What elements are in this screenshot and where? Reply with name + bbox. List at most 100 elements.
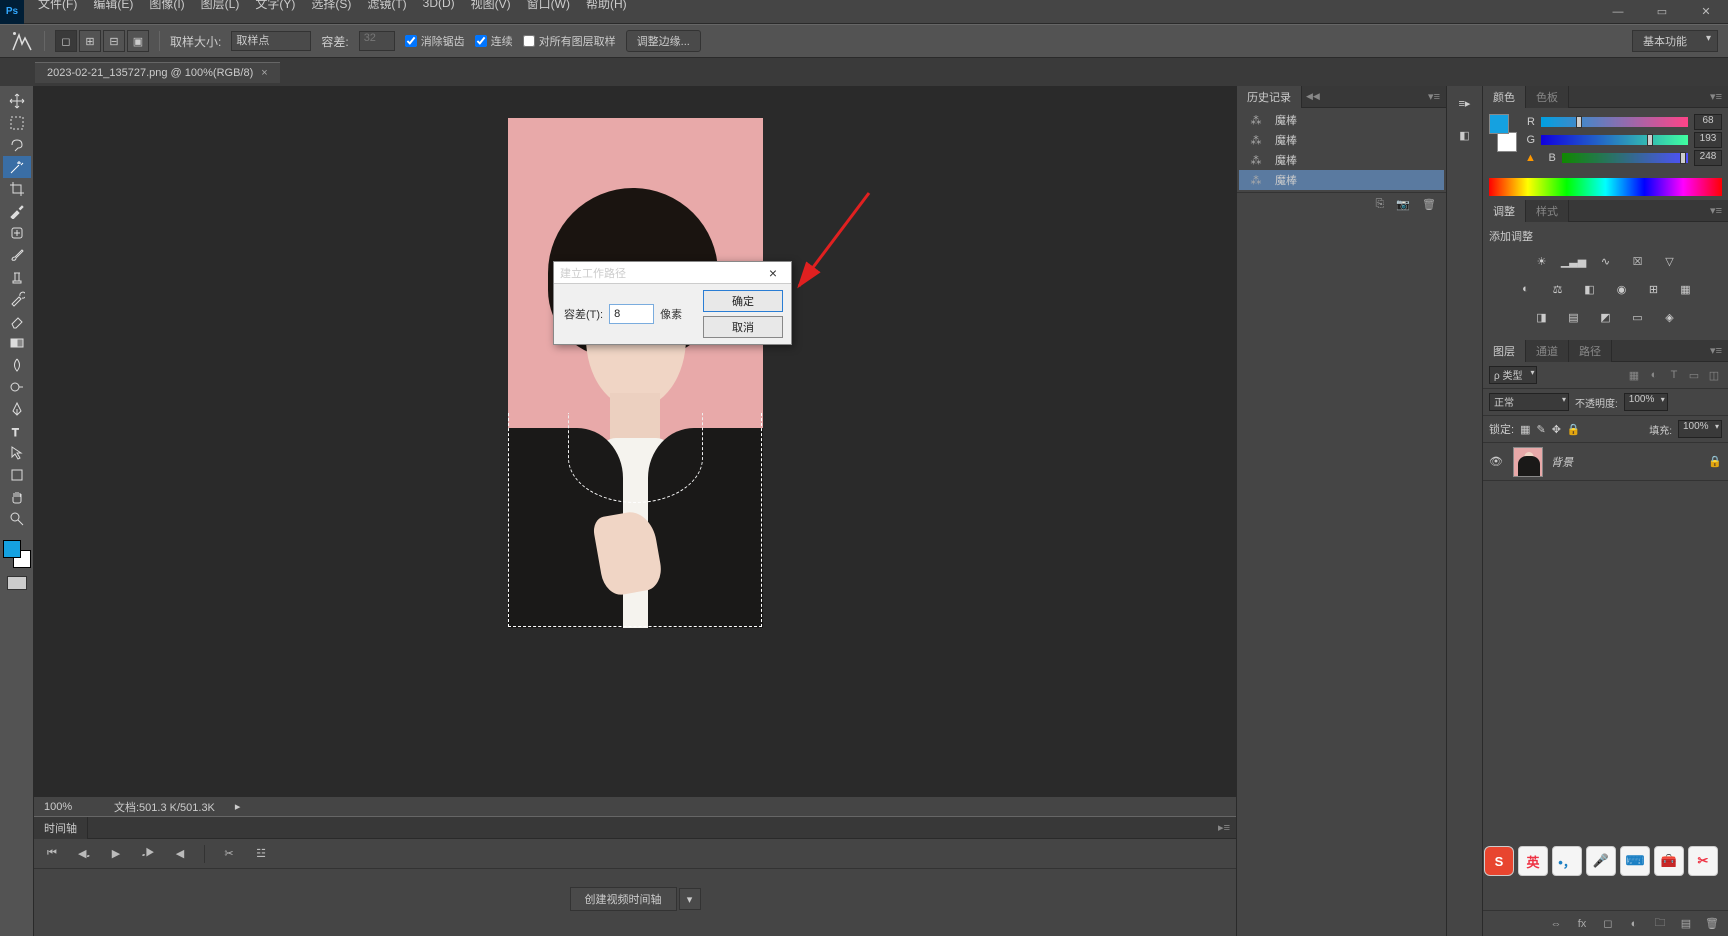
history-item[interactable]: ⁂魔棒	[1239, 170, 1444, 190]
color-ramp[interactable]	[1489, 178, 1722, 196]
lasso-tool[interactable]	[3, 134, 31, 156]
layer-style-icon[interactable]: fx	[1574, 918, 1590, 930]
color-swatches[interactable]	[3, 540, 31, 568]
canvas-viewport[interactable]: 建立工作路径 × 容差(T): 像素 确定 取消	[34, 86, 1236, 796]
current-tool-icon[interactable]	[10, 29, 34, 53]
hue-sat-icon[interactable]: ◐	[1515, 278, 1537, 300]
blur-tool[interactable]	[3, 354, 31, 376]
r-slider[interactable]	[1541, 117, 1688, 127]
shape-tool[interactable]	[3, 464, 31, 486]
antialias-checkbox[interactable]: 消除锯齿	[405, 33, 465, 49]
menu-type[interactable]: 文字(Y)	[247, 0, 303, 15]
fill-value[interactable]: 100%	[1678, 420, 1722, 438]
layer-mask-icon[interactable]: ◻	[1600, 917, 1616, 930]
levels-icon[interactable]: ▁▃▅	[1563, 250, 1585, 272]
panel-menu-icon[interactable]: ▾≡	[1704, 204, 1728, 217]
next-frame-icon[interactable]: 𝅘▶	[140, 847, 156, 860]
healing-brush-tool[interactable]	[3, 222, 31, 244]
group-icon[interactable]: 🗀	[1652, 914, 1668, 933]
color-balance-icon[interactable]: ⚖	[1547, 278, 1569, 300]
ime-keyboard-icon[interactable]: ⌨	[1620, 846, 1650, 876]
quick-mask-toggle[interactable]	[7, 576, 27, 590]
doc-info[interactable]: 文档:501.3 K/501.3K	[114, 799, 215, 815]
hand-tool[interactable]	[3, 486, 31, 508]
history-brush-tool[interactable]	[3, 288, 31, 310]
contiguous-checkbox[interactable]: 连续	[475, 33, 513, 49]
channel-mixer-icon[interactable]: ⊞	[1643, 278, 1665, 300]
channels-tab[interactable]: 通道	[1526, 340, 1569, 362]
panel-collapse-icon[interactable]: ◀◀	[1302, 91, 1324, 102]
b-slider[interactable]	[1562, 153, 1688, 163]
blend-mode-dropdown[interactable]: 正常	[1489, 393, 1569, 411]
dialog-titlebar[interactable]: 建立工作路径 ×	[554, 262, 791, 284]
path-selection-tool[interactable]	[3, 442, 31, 464]
maximize-button[interactable]: ▭	[1646, 2, 1678, 22]
r-value[interactable]: 68	[1694, 114, 1722, 130]
lock-position-icon[interactable]: ✥	[1552, 423, 1561, 436]
color-lookup-icon[interactable]: ▦	[1675, 278, 1697, 300]
crop-tool[interactable]	[3, 178, 31, 200]
menu-3d[interactable]: 3D(D)	[415, 0, 463, 13]
workspace-dropdown[interactable]: 基本功能	[1632, 30, 1718, 52]
move-tool[interactable]	[3, 90, 31, 112]
history-item[interactable]: ⁂魔棒	[1239, 130, 1444, 150]
posterize-icon[interactable]: ▤	[1563, 306, 1585, 328]
styles-tab[interactable]: 样式	[1526, 200, 1569, 222]
menu-image[interactable]: 图像(I)	[141, 0, 192, 15]
history-tab[interactable]: 历史记录	[1237, 86, 1302, 108]
color-tab[interactable]: 颜色	[1483, 86, 1526, 108]
eraser-tool[interactable]	[3, 310, 31, 332]
ime-logo-icon[interactable]: S	[1484, 846, 1514, 876]
collapsed-panel-icon[interactable]: ≡▸	[1452, 90, 1478, 116]
b-value[interactable]: 248	[1694, 150, 1722, 166]
link-layers-icon[interactable]: ⇔	[1548, 918, 1564, 930]
goto-last-frame-icon[interactable]: ◀	[172, 847, 188, 860]
clone-stamp-tool[interactable]	[3, 266, 31, 288]
scissors-icon[interactable]: ✂	[221, 847, 237, 860]
snapshot-icon[interactable]: 📷	[1396, 198, 1410, 211]
magic-wand-tool[interactable]	[3, 156, 31, 178]
threshold-icon[interactable]: ◩	[1595, 306, 1617, 328]
new-layer-icon[interactable]: ▤	[1678, 917, 1694, 930]
close-button[interactable]: ✕	[1690, 2, 1722, 22]
selection-intersect[interactable]: ▣	[127, 30, 149, 52]
create-document-icon[interactable]: ⎘	[1376, 198, 1385, 211]
sample-size-dropdown[interactable]: 取样点	[231, 31, 311, 51]
dodge-tool[interactable]	[3, 376, 31, 398]
play-icon[interactable]: ▶	[108, 847, 124, 860]
bg-color-preview[interactable]	[1497, 132, 1517, 152]
history-item[interactable]: ⁂魔棒	[1239, 150, 1444, 170]
invert-icon[interactable]: ◨	[1531, 306, 1553, 328]
layer-thumbnail[interactable]	[1513, 447, 1543, 477]
pen-tool[interactable]	[3, 398, 31, 420]
document-tab[interactable]: 2023-02-21_135727.png @ 100%(RGB/8) ×	[35, 62, 280, 83]
doc-info-arrow-icon[interactable]: ▸	[235, 800, 241, 813]
menu-layer[interactable]: 图层(L)	[193, 0, 248, 15]
lock-transparent-icon[interactable]: ▦	[1520, 423, 1530, 436]
exposure-icon[interactable]: ☒	[1627, 250, 1649, 272]
menu-window[interactable]: 窗口(W)	[519, 0, 578, 15]
photo-filter-icon[interactable]: ◉	[1611, 278, 1633, 300]
lock-pixels-icon[interactable]: ✎	[1536, 423, 1545, 436]
minimize-button[interactable]: —	[1602, 2, 1634, 22]
dialog-tolerance-input[interactable]	[609, 304, 654, 324]
all-layers-checkbox[interactable]: 对所有图层取样	[523, 33, 616, 49]
filter-type-icon[interactable]: T	[1666, 367, 1682, 383]
panel-menu-icon[interactable]: ▾≡	[1704, 344, 1728, 357]
menu-file[interactable]: 文件(F)	[30, 0, 85, 15]
layer-row[interactable]: 👁 背景 🔒	[1483, 443, 1728, 481]
create-video-timeline-button[interactable]: 创建视频时间轴	[570, 887, 677, 911]
trash-icon[interactable]: 🗑	[1422, 198, 1436, 211]
brush-tool[interactable]	[3, 244, 31, 266]
type-tool[interactable]: T	[3, 420, 31, 442]
dialog-close-button[interactable]: ×	[761, 265, 785, 281]
panel-menu-icon[interactable]: ▾≡	[1704, 90, 1728, 103]
adjustment-layer-icon[interactable]: ◐	[1626, 918, 1642, 930]
eyedropper-tool[interactable]	[3, 200, 31, 222]
curves-icon[interactable]: ∿	[1595, 250, 1617, 272]
history-item[interactable]: ⁂魔棒	[1239, 110, 1444, 130]
layer-lock-icon[interactable]: 🔒	[1708, 455, 1722, 468]
selective-color-icon[interactable]: ◈	[1659, 306, 1681, 328]
ime-voice-icon[interactable]: 🎤	[1586, 846, 1616, 876]
goto-first-frame-icon[interactable]: ⏮	[44, 847, 60, 860]
